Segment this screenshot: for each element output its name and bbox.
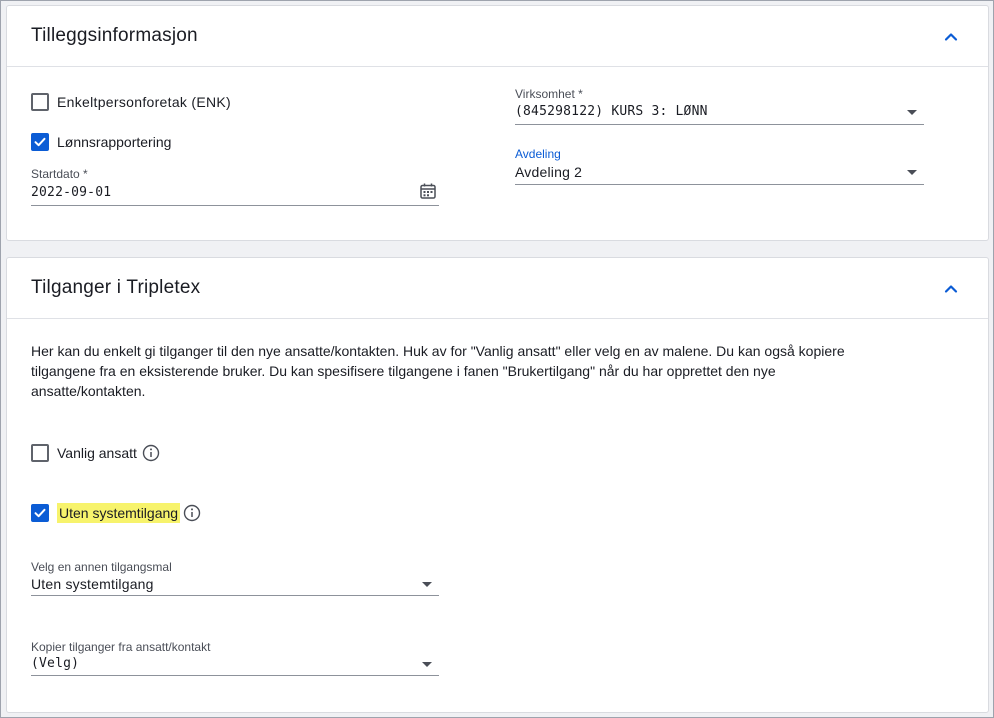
caret-down-icon[interactable] xyxy=(422,582,432,587)
company-label: Virksomhet * xyxy=(515,87,583,101)
company-value[interactable]: (845298122) KURS 3: LØNN xyxy=(515,104,708,119)
section-title: Tilleggsinformasjon xyxy=(31,25,198,46)
copy-access-value[interactable]: (Velg) xyxy=(31,656,79,671)
info-icon[interactable] xyxy=(142,444,160,462)
payroll-checkbox-row[interactable]: Lønnsrapportering xyxy=(31,131,171,153)
access-header[interactable]: Tilganger i Tripletex xyxy=(7,258,988,319)
no-system-access-row[interactable]: Uten systemtilgang xyxy=(31,502,201,524)
calendar-icon[interactable] xyxy=(419,182,437,200)
caret-down-icon[interactable] xyxy=(422,662,432,667)
department-underline xyxy=(515,184,924,185)
access-card: Tilganger i Tripletex Her kan du enkelt … xyxy=(6,257,989,713)
startdate-value[interactable]: 2022-09-01 xyxy=(31,185,111,200)
enk-checkbox-row[interactable]: Enkeltpersonforetak (ENK) xyxy=(31,91,231,113)
no-system-access-label: Uten systemtilgang xyxy=(57,503,181,523)
regular-employee-row[interactable]: Vanlig ansatt xyxy=(31,442,160,464)
department-field[interactable]: Avdeling Avdeling 2 xyxy=(515,147,924,185)
department-value[interactable]: Avdeling 2 xyxy=(515,164,582,180)
info-icon[interactable] xyxy=(183,504,201,522)
additional-info-card: Tilleggsinformasjon Enkeltpersonforetak … xyxy=(6,5,989,241)
payroll-label: Lønnsrapportering xyxy=(57,134,172,150)
copy-access-field[interactable]: Kopier tilganger fra ansatt/kontakt (Vel… xyxy=(31,640,439,676)
company-underline xyxy=(515,124,924,125)
enk-label: Enkeltpersonforetak (ENK) xyxy=(57,94,232,110)
startdate-label: Startdato * xyxy=(31,167,88,181)
access-template-value[interactable]: Uten systemtilgang xyxy=(31,576,154,592)
access-template-field[interactable]: Velg en annen tilgangsmal Uten systemtil… xyxy=(31,560,439,596)
startdate-field[interactable]: Startdato * 2022-09-01 xyxy=(31,167,439,206)
chevron-up-icon[interactable] xyxy=(942,28,960,46)
department-label: Avdeling xyxy=(515,147,561,161)
check-icon xyxy=(34,137,46,147)
copy-access-underline xyxy=(31,675,439,676)
startdate-underline xyxy=(31,205,439,206)
copy-access-label: Kopier tilganger fra ansatt/kontakt xyxy=(31,640,211,654)
access-template-label: Velg en annen tilgangsmal xyxy=(31,560,172,574)
caret-down-icon[interactable] xyxy=(907,170,917,175)
app-frame: Tilleggsinformasjon Enkeltpersonforetak … xyxy=(0,0,994,718)
caret-down-icon[interactable] xyxy=(907,110,917,115)
access-description: Her kan du enkelt gi tilganger til den n… xyxy=(31,343,845,399)
check-icon xyxy=(34,508,46,518)
additional-info-header[interactable]: Tilleggsinformasjon xyxy=(7,6,988,67)
regular-employee-checkbox[interactable] xyxy=(31,444,49,462)
company-field[interactable]: Virksomhet * (845298122) KURS 3: LØNN xyxy=(515,87,924,125)
section-title: Tilganger i Tripletex xyxy=(31,277,201,298)
regular-employee-label: Vanlig ansatt xyxy=(57,445,137,461)
payroll-checkbox[interactable] xyxy=(31,133,49,151)
enk-checkbox[interactable] xyxy=(31,93,49,111)
no-system-access-checkbox[interactable] xyxy=(31,504,49,522)
chevron-up-icon[interactable] xyxy=(942,280,960,298)
access-template-underline xyxy=(31,595,439,596)
